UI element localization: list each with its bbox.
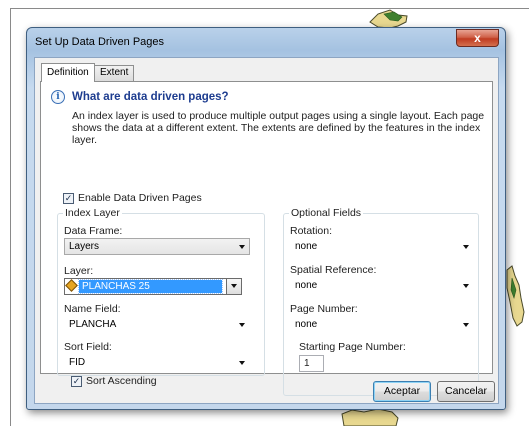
sort-ascending-checkbox[interactable]: ✓: [71, 375, 82, 387]
map-polygon-right: [506, 265, 525, 327]
layer-value: PLANCHAS 25: [78, 279, 223, 294]
tab-extent[interactable]: Extent: [94, 65, 135, 81]
enable-ddp-row[interactable]: ✓ Enable Data Driven Pages: [63, 192, 202, 204]
data-frame-label: Data Frame:: [64, 225, 123, 237]
layer-label: Layer:: [64, 265, 94, 277]
rotation-dropdown[interactable]: none: [290, 238, 474, 255]
index-layer-legend: Index Layer: [63, 207, 122, 219]
dialog-client-area: Definition Extent i What are data driven…: [34, 57, 499, 404]
chevron-down-icon: [463, 323, 469, 327]
info-description: An index layer is used to produce multip…: [72, 110, 485, 146]
sort-field-label: Sort Field:: [64, 341, 112, 353]
title-bar[interactable]: Set Up Data Driven Pages x: [27, 28, 505, 58]
sort-ascending-label: Sort Ascending: [86, 375, 157, 387]
definition-panel: i What are data driven pages? An index l…: [40, 81, 493, 396]
data-frame-value: Layers: [69, 241, 100, 252]
starting-page-number-input[interactable]: 1: [299, 355, 324, 372]
info-heading: What are data driven pages?: [72, 91, 229, 103]
ok-button[interactable]: Aceptar: [373, 381, 431, 402]
name-field-label: Name Field:: [64, 303, 121, 315]
rotation-value: none: [295, 241, 318, 252]
polygon-layer-icon: [65, 279, 78, 292]
name-field-value: PLANCHA: [69, 319, 117, 330]
layer-dropdown[interactable]: PLANCHAS 25: [64, 278, 242, 295]
close-button[interactable]: x: [456, 29, 499, 47]
chevron-down-icon: [231, 284, 237, 288]
spatial-reference-label: Spatial Reference:: [290, 264, 377, 276]
starting-page-number-label: Starting Page Number:: [299, 341, 406, 353]
spatial-reference-value: none: [295, 280, 318, 291]
dialog-title: Set Up Data Driven Pages: [35, 36, 165, 48]
optional-fields-group: Optional Fields Rotation: none Spatial R…: [283, 207, 479, 396]
enable-ddp-checkbox[interactable]: ✓: [63, 192, 74, 204]
layer-dropdown-button[interactable]: [226, 279, 241, 294]
info-icon: i: [51, 90, 65, 104]
map-polygon-top: [369, 9, 408, 29]
cancel-button[interactable]: Cancelar: [437, 381, 495, 402]
page-number-value: none: [295, 319, 318, 330]
page-number-dropdown[interactable]: none: [290, 316, 474, 333]
chevron-down-icon: [239, 361, 245, 365]
spatial-reference-dropdown[interactable]: none: [290, 277, 474, 294]
sort-field-dropdown[interactable]: FID: [64, 354, 250, 371]
data-frame-dropdown[interactable]: Layers: [64, 238, 250, 255]
map-polygon-bottom: [341, 408, 399, 426]
rotation-label: Rotation:: [290, 225, 333, 237]
enable-ddp-label: Enable Data Driven Pages: [78, 192, 202, 204]
close-icon: x: [474, 31, 481, 45]
page-number-label: Page Number:: [290, 303, 358, 315]
index-layer-group: Index Layer Data Frame: Layers Layer: PL…: [57, 207, 265, 376]
data-driven-pages-dialog: Set Up Data Driven Pages x Definition Ex…: [26, 27, 506, 410]
chevron-down-icon: [239, 323, 245, 327]
name-field-dropdown[interactable]: PLANCHA: [64, 316, 250, 333]
chevron-down-icon: [463, 245, 469, 249]
chevron-down-icon: [239, 245, 245, 249]
optional-fields-legend: Optional Fields: [289, 207, 364, 219]
chevron-down-icon: [463, 284, 469, 288]
sort-ascending-row[interactable]: ✓ Sort Ascending: [71, 375, 157, 387]
sort-field-value: FID: [69, 357, 86, 368]
tab-definition[interactable]: Definition: [41, 63, 95, 82]
